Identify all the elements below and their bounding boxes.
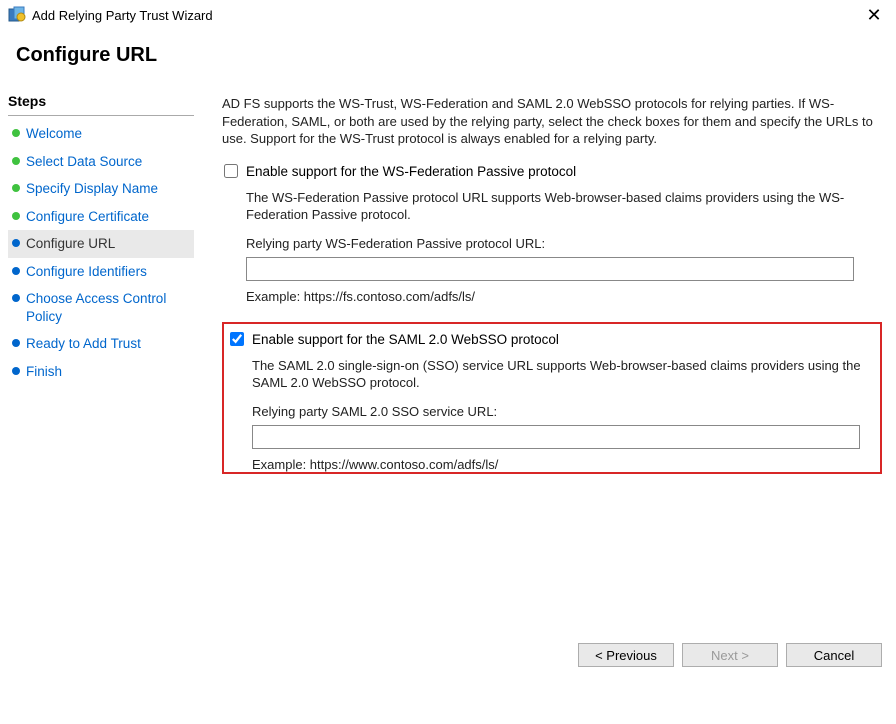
saml-checkbox-label: Enable support for the SAML 2.0 WebSSO p… bbox=[252, 332, 559, 347]
saml-section: Enable support for the SAML 2.0 WebSSO p… bbox=[222, 322, 882, 474]
step-item-5[interactable]: Configure Identifiers bbox=[8, 258, 194, 286]
wsfed-description: The WS-Federation Passive protocol URL s… bbox=[246, 189, 880, 224]
step-label: Configure Certificate bbox=[26, 208, 149, 226]
step-label: Welcome bbox=[26, 125, 82, 143]
step-bullet-icon bbox=[12, 339, 20, 347]
step-item-4[interactable]: Configure URL bbox=[8, 230, 194, 258]
step-item-8[interactable]: Finish bbox=[8, 358, 194, 386]
step-label: Select Data Source bbox=[26, 153, 142, 171]
saml-url-label: Relying party SAML 2.0 SSO service URL: bbox=[252, 404, 874, 419]
step-item-6[interactable]: Choose Access Control Policy bbox=[8, 285, 194, 330]
steps-list: Welcome Select Data Source Specify Display… bbox=[8, 120, 194, 385]
step-label: Finish bbox=[26, 363, 62, 381]
steps-sidebar: Steps Welcome Select Data Source Specify D… bbox=[0, 89, 200, 677]
saml-url-input[interactable] bbox=[252, 425, 860, 449]
cancel-button[interactable]: Cancel bbox=[786, 643, 882, 667]
step-label: Ready to Add Trust bbox=[26, 335, 141, 353]
saml-checkbox-row[interactable]: Enable support for the SAML 2.0 WebSSO p… bbox=[230, 332, 874, 347]
app-icon bbox=[8, 6, 26, 24]
saml-checkbox[interactable] bbox=[230, 332, 244, 346]
step-bullet-icon bbox=[12, 294, 20, 302]
step-bullet-icon bbox=[12, 367, 20, 375]
content-columns: Steps Welcome Select Data Source Specify D… bbox=[0, 89, 896, 677]
step-label: Specify Display Name bbox=[26, 180, 158, 198]
intro-text: AD FS supports the WS-Trust, WS-Federati… bbox=[222, 95, 882, 148]
wsfed-example: Example: https://fs.contoso.com/adfs/ls/ bbox=[246, 289, 880, 304]
step-item-1[interactable]: Select Data Source bbox=[8, 148, 194, 176]
step-label: Configure URL bbox=[26, 235, 115, 253]
step-bullet-icon bbox=[12, 212, 20, 220]
step-bullet-icon bbox=[12, 267, 20, 275]
step-bullet-icon bbox=[12, 157, 20, 165]
saml-example: Example: https://www.contoso.com/adfs/ls… bbox=[252, 457, 874, 472]
wsfed-checkbox[interactable] bbox=[224, 164, 238, 178]
step-item-7[interactable]: Ready to Add Trust bbox=[8, 330, 194, 358]
saml-description: The SAML 2.0 single-sign-on (SSO) servic… bbox=[252, 357, 874, 392]
titlebar: Add Relying Party Trust Wizard ✕ bbox=[0, 0, 896, 30]
close-icon[interactable]: ✕ bbox=[862, 6, 886, 24]
main-panel: AD FS supports the WS-Trust, WS-Federati… bbox=[200, 89, 896, 677]
wsfed-checkbox-label: Enable support for the WS-Federation Pas… bbox=[246, 164, 576, 179]
wizard-footer: < Previous Next > Cancel bbox=[578, 643, 882, 667]
wsfed-checkbox-row[interactable]: Enable support for the WS-Federation Pas… bbox=[224, 164, 880, 179]
previous-button[interactable]: < Previous bbox=[578, 643, 674, 667]
wsfed-url-input[interactable] bbox=[246, 257, 854, 281]
step-item-3[interactable]: Configure Certificate bbox=[8, 203, 194, 231]
step-label: Configure Identifiers bbox=[26, 263, 147, 281]
steps-header: Steps bbox=[8, 89, 194, 116]
step-bullet-icon bbox=[12, 129, 20, 137]
wsfed-section: Enable support for the WS-Federation Pas… bbox=[222, 164, 882, 304]
step-bullet-icon bbox=[12, 239, 20, 247]
page-heading: Configure URL bbox=[0, 30, 896, 89]
step-label: Choose Access Control Policy bbox=[26, 290, 190, 325]
step-item-0[interactable]: Welcome bbox=[8, 120, 194, 148]
wsfed-url-label: Relying party WS-Federation Passive prot… bbox=[246, 236, 880, 251]
next-button[interactable]: Next > bbox=[682, 643, 778, 667]
step-bullet-icon bbox=[12, 184, 20, 192]
window-title: Add Relying Party Trust Wizard bbox=[32, 8, 862, 23]
step-item-2[interactable]: Specify Display Name bbox=[8, 175, 194, 203]
